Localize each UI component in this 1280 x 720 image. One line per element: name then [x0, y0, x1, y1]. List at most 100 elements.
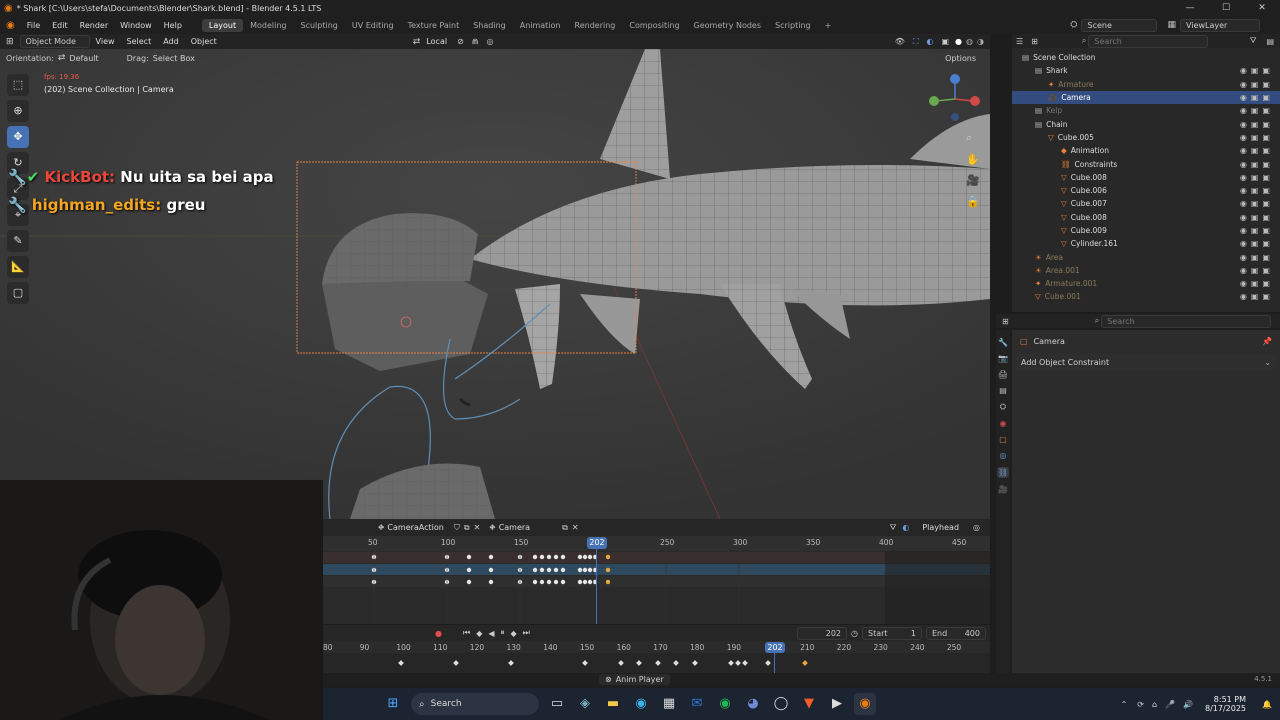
visibility-toggle-icon[interactable]: ◉▣▣: [1240, 253, 1274, 262]
visibility-toggle-icon[interactable]: ◉▣▣: [1240, 266, 1274, 275]
tray-app-icon[interactable]: ⟳: [1133, 700, 1148, 709]
keyframe[interactable]: [582, 567, 588, 573]
notification-icon[interactable]: 🔔: [1254, 700, 1280, 709]
keyframe[interactable]: [553, 554, 559, 560]
outliner-row[interactable]: 🎥 Camera ◉▣▣: [1012, 90, 1280, 105]
outliner-filter-icon[interactable]: ⛛: [1246, 36, 1261, 46]
outliner-row[interactable]: ☀ Area ◉▣▣: [1012, 250, 1280, 263]
volume-icon[interactable]: 🔊: [1179, 700, 1197, 709]
orientation-selector[interactable]: Default: [65, 54, 122, 63]
3d-viewport[interactable]: fps: 19.36 (202) Scene Collection | Came…: [0, 49, 990, 519]
measure-tool-icon[interactable]: 📐: [7, 256, 29, 278]
data-tab-icon[interactable]: 🎥: [998, 485, 1008, 494]
timeline-keyframe[interactable]: [582, 660, 588, 666]
outliner-type-icon[interactable]: ☰: [1012, 37, 1027, 46]
keyframe[interactable]: [539, 579, 545, 585]
cursor-tool-icon[interactable]: ⊕: [7, 100, 29, 122]
outliner-row[interactable]: ▽ Cube.008 ◉▣▣: [1012, 211, 1280, 224]
outliner-row[interactable]: ▤ Shark ◉▣▣: [1012, 64, 1280, 77]
blender-taskbar-icon[interactable]: ◉: [854, 693, 876, 715]
tray-overflow-icon[interactable]: ⌃: [1115, 700, 1134, 709]
timeline-keyframe[interactable]: [692, 660, 698, 666]
tab-rendering[interactable]: Rendering: [568, 19, 623, 32]
keyframe[interactable]: [560, 554, 566, 560]
menu-object[interactable]: Object: [185, 37, 223, 46]
brave-icon[interactable]: ▼: [798, 693, 820, 715]
menu-help[interactable]: Help: [158, 21, 188, 30]
outliner-row[interactable]: ▽ Cylinder.161 ◉▣▣: [1012, 237, 1280, 250]
keyframe[interactable]: [488, 554, 494, 560]
timeline-keyframe[interactable]: [508, 660, 514, 666]
transform-orientation-selector[interactable]: Local: [420, 37, 453, 46]
keyframe[interactable]: [532, 579, 538, 585]
outliner-row[interactable]: ▤ Kelp ◉▣▣: [1012, 104, 1280, 117]
menu-edit[interactable]: Edit: [46, 21, 74, 30]
visibility-toggle-icon[interactable]: ◉▣▣: [1240, 226, 1274, 235]
tab-shading[interactable]: Shading: [466, 19, 513, 32]
visibility-toggle-icon[interactable]: ◉▣▣: [1240, 186, 1274, 195]
keyframe[interactable]: [532, 554, 538, 560]
shading-solid-icon[interactable]: ●: [953, 37, 964, 46]
overlay-sync-icon[interactable]: ◐: [899, 523, 912, 532]
add-cube-tool-icon[interactable]: ▢: [7, 282, 29, 304]
outliner-row[interactable]: ▤ Chain ◉▣▣: [1012, 117, 1280, 130]
keyframe[interactable]: [605, 567, 611, 573]
select-tool-icon[interactable]: ⬚: [7, 74, 29, 96]
discord-icon[interactable]: ◕: [742, 693, 764, 715]
keyframe[interactable]: [553, 567, 559, 573]
display-mode-icon[interactable]: ⊞: [1027, 37, 1042, 46]
outliner-row[interactable]: ▽ Cube.008 ◉▣▣: [1012, 171, 1280, 184]
timeline-keyframe[interactable]: [636, 660, 642, 666]
overlay-icon[interactable]: ◐: [923, 37, 938, 46]
timeline-keyframe[interactable]: [655, 660, 661, 666]
dopesheet-editor[interactable]: 50 100 150 250 300 350 400 450 202: [323, 536, 990, 624]
add-workspace-button[interactable]: +: [818, 19, 839, 32]
outliner-row[interactable]: ▽ Cube.009 ◉▣▣: [1012, 224, 1280, 237]
outliner-row[interactable]: ⛓ Constraints ◉▣▣: [1012, 157, 1280, 170]
keyframe[interactable]: [577, 554, 583, 560]
visibility-toggle-icon[interactable]: ◉▣▣: [1240, 120, 1274, 129]
anim-player-badge[interactable]: ⊗ Anim Player: [599, 674, 670, 685]
visibility-toggle-icon[interactable]: ◉▣▣: [1240, 106, 1274, 115]
filter-icon[interactable]: ⛛: [887, 523, 900, 533]
pin-icon[interactable]: 📌: [1262, 337, 1280, 346]
github-icon[interactable]: ◯: [770, 693, 792, 715]
visibility-toggle-icon[interactable]: ◉▣▣: [1240, 173, 1274, 182]
tab-geometry-nodes[interactable]: Geometry Nodes: [687, 19, 768, 32]
menu-select[interactable]: Select: [121, 37, 158, 46]
scene-selector[interactable]: Scene: [1081, 18, 1158, 32]
lock-icon[interactable]: 🔒: [966, 195, 980, 208]
gizmo-icon[interactable]: ⛶: [909, 37, 923, 47]
new-collection-icon[interactable]: ▤: [1260, 37, 1280, 46]
spotify-icon[interactable]: ◉: [714, 693, 736, 715]
new-action-icon[interactable]: ⧉: [462, 523, 472, 533]
timeline-keyframe[interactable]: [742, 660, 748, 666]
tab-modeling[interactable]: Modeling: [243, 19, 293, 32]
keyframe[interactable]: [532, 567, 538, 573]
keyframe[interactable]: [560, 579, 566, 585]
timeline-current-frame[interactable]: 202: [765, 642, 785, 653]
edge-icon[interactable]: ◉: [630, 693, 652, 715]
outliner-row[interactable]: ▽ Cube.007 ◉▣▣: [1012, 197, 1280, 210]
action-name[interactable]: CameraAction: [387, 523, 451, 532]
record-icon[interactable]: ●: [431, 629, 446, 638]
tab-sculpting[interactable]: Sculpting: [294, 19, 345, 32]
outliner-row[interactable]: ✦ Armature ◉▣▣: [1012, 78, 1280, 91]
tool-tab-icon[interactable]: 🔧: [998, 338, 1008, 347]
menu-view[interactable]: View: [90, 37, 121, 46]
timeline-keyframe[interactable]: [728, 660, 734, 666]
jump-end-icon[interactable]: ⏭: [520, 628, 533, 638]
jump-start-icon[interactable]: ⏮: [460, 628, 473, 638]
unlink-action-icon[interactable]: ✕: [472, 523, 487, 532]
visibility-toggle-icon[interactable]: ◉▣▣: [1240, 93, 1274, 102]
unlink-slot-icon[interactable]: ✕: [570, 523, 581, 532]
editor-type-icon[interactable]: ⊞: [0, 37, 20, 47]
physics-tab-icon[interactable]: ◎: [1000, 451, 1007, 460]
keyframe[interactable]: [577, 579, 583, 585]
copilot-icon[interactable]: ◈: [574, 693, 596, 715]
timeline-keyframe[interactable]: [802, 660, 808, 666]
keyframe[interactable]: [577, 567, 583, 573]
close-button[interactable]: ✕: [1244, 0, 1280, 16]
timeline-keyframe[interactable]: [673, 660, 679, 666]
keyframe[interactable]: [605, 579, 611, 585]
